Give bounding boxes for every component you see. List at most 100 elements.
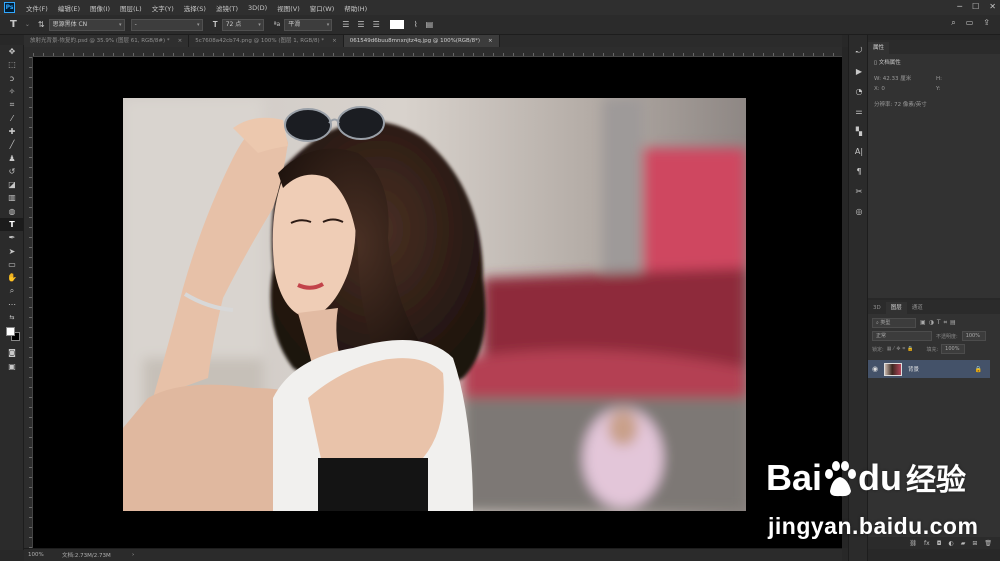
- properties-wh-row: W: 42.33 厘米 H:: [868, 74, 1000, 84]
- color-panel-icon[interactable]: ◎: [849, 201, 869, 221]
- libraries-icon[interactable]: ▚: [849, 121, 869, 141]
- x-value[interactable]: 0: [881, 86, 885, 92]
- character-panel-icon[interactable]: A|: [849, 141, 869, 161]
- antialias-select[interactable]: 平滑 ▾: [284, 18, 333, 31]
- tab-properties[interactable]: 属性: [868, 42, 890, 54]
- blend-mode-select[interactable]: 正常: [872, 331, 932, 341]
- type-tool-icon[interactable]: T: [0, 217, 24, 232]
- filter-icons[interactable]: ▣◑T⌗▤: [920, 319, 959, 327]
- ruler-vertical[interactable]: [24, 47, 33, 548]
- workspace-icon[interactable]: ▭: [966, 18, 974, 28]
- close-icon[interactable]: ✕: [989, 2, 996, 11]
- document-photo[interactable]: [123, 98, 746, 511]
- path-select-icon[interactable]: ➤: [0, 244, 24, 257]
- font-size-select[interactable]: 72 点 ▾: [221, 18, 264, 31]
- eyedropper-icon[interactable]: ⁄: [0, 111, 24, 124]
- width-value[interactable]: 42.33 厘米: [883, 76, 912, 82]
- lock-icons[interactable]: ▦⁄✥⌗🔒: [887, 346, 916, 352]
- move-tool-icon[interactable]: ✥: [0, 45, 24, 58]
- close-icon[interactable]: ×: [332, 35, 337, 47]
- more-tools-icon[interactable]: ⋯: [0, 298, 24, 311]
- healing-brush-icon[interactable]: ✚: [0, 125, 24, 138]
- status-menu-arrow[interactable]: ›: [132, 552, 134, 558]
- minimize-icon[interactable]: ─: [957, 2, 962, 11]
- fill-input[interactable]: 100%: [941, 344, 966, 354]
- marquee-tool-icon[interactable]: ⬚: [0, 58, 24, 71]
- pen-tool-icon[interactable]: ✒: [0, 231, 24, 244]
- tab-3d[interactable]: 3D: [868, 302, 886, 314]
- crop-tool-icon[interactable]: ⌗: [0, 98, 24, 111]
- close-icon[interactable]: ×: [178, 35, 183, 47]
- text-color-swatch[interactable]: [389, 20, 404, 29]
- properties-header: ▯ 文档属性: [868, 58, 1000, 68]
- portrait-image: [123, 98, 746, 511]
- tab-channels[interactable]: 通道: [907, 302, 928, 314]
- foreground-color-swatch[interactable]: [6, 327, 15, 337]
- tab-document-1[interactable]: 放射光背景-恢复的.psd @ 35.9% (图层 61, RGB/8#) * ×: [24, 35, 190, 47]
- ruler-origin[interactable]: [24, 47, 33, 57]
- tab-layers[interactable]: 图层: [885, 302, 907, 314]
- align-right-icon[interactable]: ☰: [373, 20, 380, 29]
- align-left-icon[interactable]: ☰: [342, 20, 349, 29]
- screen-mode-icon[interactable]: ▣: [0, 360, 24, 373]
- paragraph-panel-icon[interactable]: ¶: [849, 161, 869, 181]
- adjustments-icon[interactable]: ◔: [849, 81, 869, 101]
- ruler-horizontal[interactable]: [33, 47, 842, 57]
- menu-window[interactable]: 窗口(W): [305, 3, 340, 13]
- font-family-select[interactable]: 思源黑体 CN ▾: [48, 18, 125, 31]
- brush-tool-icon[interactable]: ╱: [0, 138, 24, 151]
- font-style-select[interactable]: - ▾: [130, 18, 203, 31]
- tools-panel-icon[interactable]: ✂: [849, 181, 869, 201]
- magic-wand-icon[interactable]: ✧: [0, 85, 24, 98]
- history-panel-icon[interactable]: ⤾: [849, 41, 869, 61]
- shape-tool-icon[interactable]: ▭: [0, 258, 24, 271]
- font-style-value: -: [134, 20, 137, 28]
- character-panel-icon[interactable]: ▤: [426, 20, 434, 29]
- menu-edit[interactable]: 编辑(E): [53, 3, 85, 13]
- properties-icon[interactable]: ⚌: [849, 101, 869, 121]
- antialias-icon: ªa: [273, 21, 281, 28]
- actions-panel-icon[interactable]: ▶: [849, 61, 869, 81]
- menu-layer[interactable]: 图层(L): [115, 3, 147, 13]
- history-brush-icon[interactable]: ↺: [0, 165, 24, 178]
- align-center-icon[interactable]: ☰: [357, 20, 364, 29]
- lasso-tool-icon[interactable]: ↄ: [0, 72, 24, 85]
- opacity-input[interactable]: 100%: [961, 331, 986, 341]
- canvas-area[interactable]: [33, 57, 842, 548]
- close-icon[interactable]: ×: [488, 35, 493, 47]
- lock-icon: 🔒: [974, 365, 982, 373]
- eye-icon[interactable]: ◉: [868, 365, 882, 373]
- text-orientation-icon[interactable]: ⇅: [38, 20, 45, 29]
- tab-document-2[interactable]: 5c7608a42cb74.png @ 100% (图层 1, RGB/8) *…: [189, 35, 344, 47]
- menu-3d[interactable]: 3D(D): [243, 4, 272, 12]
- zoom-tool-icon[interactable]: ⌕: [0, 284, 24, 297]
- hand-tool-icon[interactable]: ✋: [0, 271, 24, 284]
- eraser-icon[interactable]: ◪: [0, 178, 24, 191]
- maximize-icon[interactable]: ☐: [972, 2, 979, 11]
- search-icon[interactable]: ⌕: [951, 18, 955, 28]
- quick-mask-icon[interactable]: ◙: [0, 346, 24, 359]
- swap-colors-icon[interactable]: ⇆: [0, 311, 24, 324]
- blur-tool-icon[interactable]: ◍: [0, 205, 24, 218]
- menu-help[interactable]: 帮助(H): [339, 3, 372, 13]
- menu-type[interactable]: 文字(Y): [147, 3, 179, 13]
- layer-row-background[interactable]: ◉ 背景 🔒: [868, 360, 990, 378]
- menu-image[interactable]: 图像(I): [85, 3, 115, 13]
- color-swatches[interactable]: [0, 324, 23, 346]
- chevron-down-icon[interactable]: ⌄: [25, 21, 30, 28]
- width-label: W:: [874, 76, 881, 82]
- opacity-label: 不透明度:: [936, 333, 958, 340]
- tab-document-3[interactable]: 061549d6buu8mnxnjtz4q.jpg @ 100%(RGB/8*)…: [343, 35, 500, 47]
- menu-file[interactable]: 文件(F): [21, 3, 53, 13]
- warp-text-icon[interactable]: ⌇: [414, 20, 418, 29]
- menu-filter[interactable]: 滤镜(T): [211, 3, 243, 13]
- clone-stamp-icon[interactable]: ♟: [0, 151, 24, 164]
- menu-view[interactable]: 视图(V): [272, 3, 305, 13]
- type-tool-icon[interactable]: T: [10, 19, 17, 30]
- menu-select[interactable]: 选择(S): [179, 3, 211, 13]
- layer-filter-select[interactable]: ⌕ 类型: [872, 318, 916, 328]
- zoom-level[interactable]: 100%: [24, 552, 62, 558]
- layer-name[interactable]: 背景: [908, 365, 975, 373]
- share-icon[interactable]: ⇪: [983, 18, 990, 28]
- gradient-tool-icon[interactable]: ▥: [0, 191, 24, 204]
